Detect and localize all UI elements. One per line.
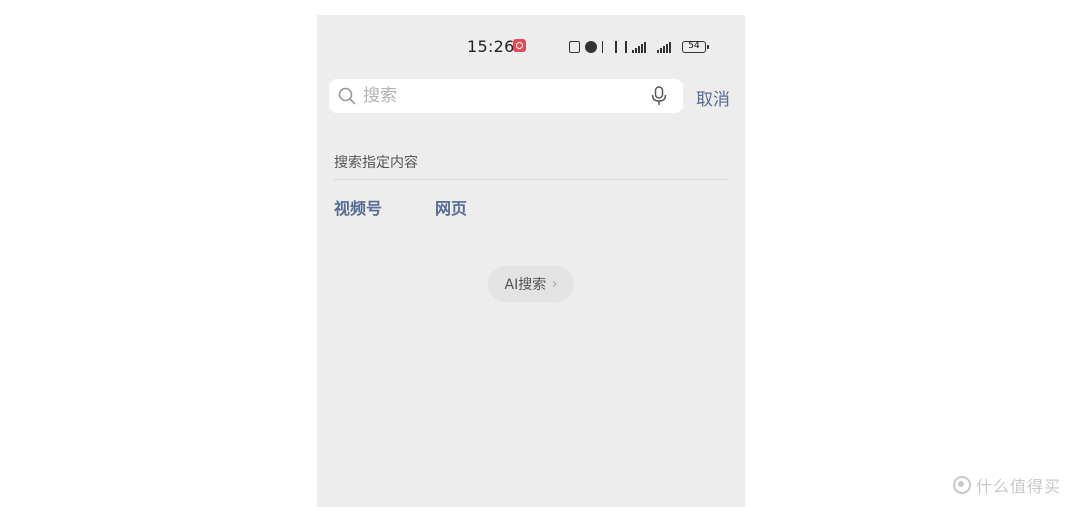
app-notification-icon [513, 39, 526, 52]
vibrate-icon [615, 41, 627, 53]
bluetooth-icon [602, 41, 610, 53]
signal-5g-icon [657, 41, 677, 53]
search-input[interactable] [363, 79, 643, 113]
ai-search-label: AI搜索 [504, 277, 547, 293]
cancel-button[interactable]: 取消 [696, 85, 730, 110]
mic-icon[interactable] [650, 86, 668, 106]
nfc-icon [569, 41, 580, 53]
battery-icon: 54 [682, 41, 709, 53]
screenshot-canvas: 15:26 54 搜索 取消 搜索指定内容 视频号 网页 AI搜索 › 什么值得… [0, 0, 1080, 507]
watermark: 什么值得买 [953, 474, 1061, 496]
category-web-link[interactable]: 网页 [435, 195, 467, 219]
divider [334, 179, 729, 180]
search-bar[interactable] [329, 79, 683, 113]
ai-search-button[interactable]: AI搜索 › [488, 266, 574, 302]
watermark-logo-icon [953, 476, 971, 494]
section-label: 搜索指定内容 [334, 155, 418, 171]
search-icon [338, 87, 356, 105]
phone-screen: 15:26 54 搜索 取消 搜索指定内容 视频号 网页 AI搜索 › [317, 15, 745, 507]
chevron-right-icon: › [552, 276, 558, 292]
status-time: 15:26 [467, 37, 515, 56]
status-icons: 54 [569, 40, 709, 54]
signal-5g-icon [632, 41, 652, 53]
watermark-text: 什么值得买 [976, 477, 1062, 496]
alarm-icon [585, 41, 597, 53]
category-channels-link[interactable]: 视频号 [334, 195, 382, 219]
status-bar: 15:26 54 [317, 15, 745, 75]
